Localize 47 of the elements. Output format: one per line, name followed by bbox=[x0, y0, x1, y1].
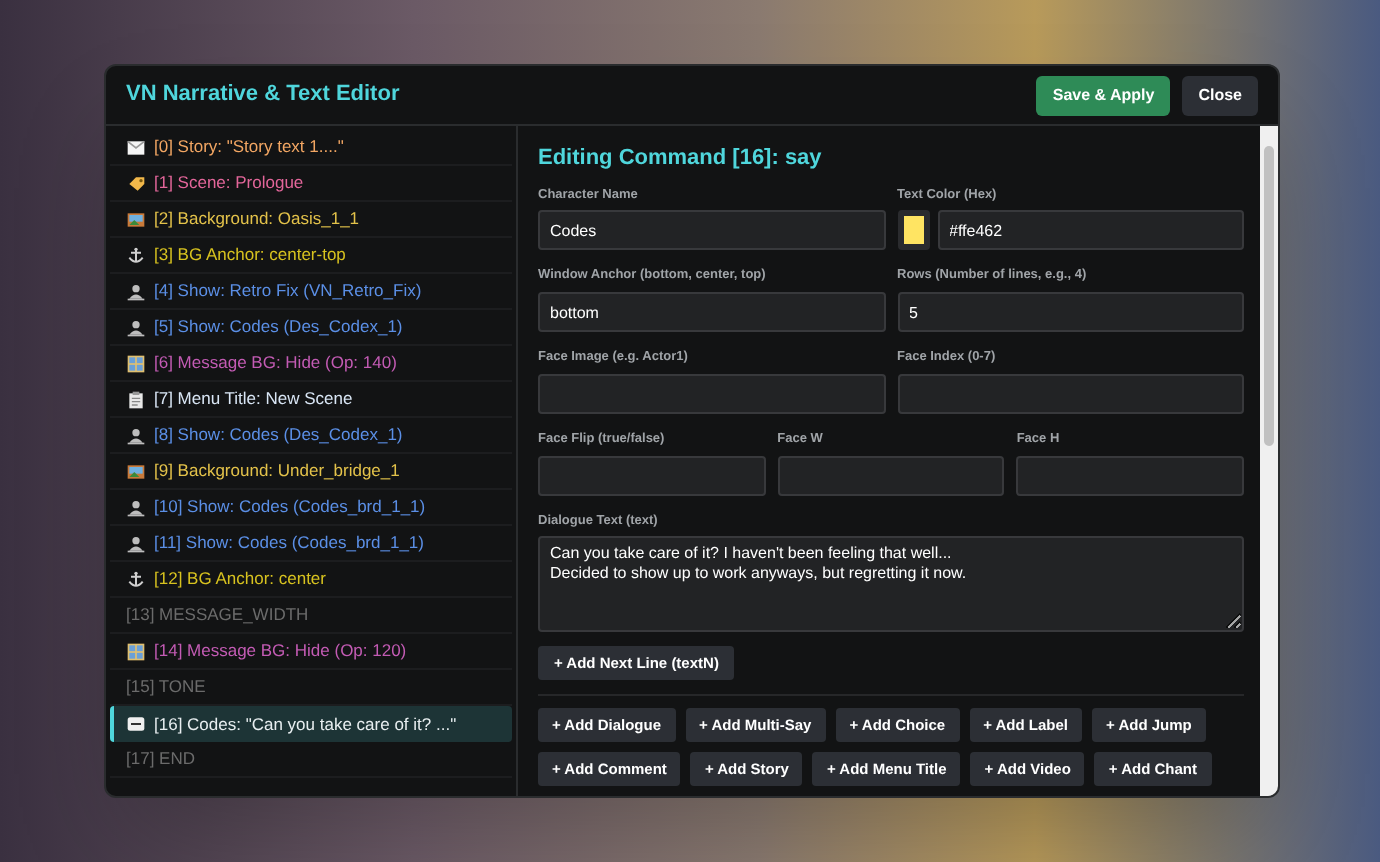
picture-icon bbox=[126, 209, 146, 229]
save-apply-button[interactable]: Save & Apply bbox=[1036, 75, 1171, 115]
command-list-item[interactable]: [11] Show: Codes (Codes_brd_1_1) bbox=[110, 526, 512, 562]
command-list-item[interactable]: [14] Message BG: Hide (Op: 120) bbox=[110, 634, 512, 670]
picture-icon bbox=[126, 461, 146, 481]
window-grid-icon bbox=[126, 641, 146, 661]
command-list-item[interactable]: [13] MESSAGE_WIDTH bbox=[110, 598, 512, 634]
clipboard-icon bbox=[126, 389, 146, 409]
input-field[interactable] bbox=[1016, 455, 1244, 495]
command-list-item[interactable]: [9] Background: Under_bridge_1 bbox=[110, 454, 512, 490]
anchor-icon bbox=[126, 569, 146, 589]
input-field[interactable] bbox=[777, 455, 1005, 495]
dialogue-text-area[interactable]: Can you take care of it? I haven't been feeling that well... Decided to show up to work anyways, but regretting it now. bbox=[538, 536, 1244, 633]
color-swatch[interactable] bbox=[897, 210, 929, 251]
command-list-item[interactable]: [4] Show: Retro Fix (VN_Retro_Fix) bbox=[110, 274, 512, 310]
input-field[interactable]: #ffe462 bbox=[937, 210, 1244, 251]
envelope-icon bbox=[126, 137, 146, 157]
command-list-item[interactable]: [7] Menu Title: New Scene bbox=[110, 382, 512, 418]
dialog-title: VN Narrative & Text Editor bbox=[126, 80, 400, 111]
command-list-item[interactable]: [0] Story: "Story text 1...." bbox=[110, 130, 512, 166]
command-list-item[interactable]: [6] Message BG: Hide (Op: 140) bbox=[110, 346, 512, 382]
speech-bubble-icon bbox=[126, 714, 146, 734]
command-list-item[interactable]: [3] BG Anchor: center-top bbox=[110, 238, 512, 274]
input-field[interactable] bbox=[897, 373, 1244, 414]
command-list-item[interactable]: [8] Show: Codes (Des_Codex_1) bbox=[110, 418, 512, 454]
input-field[interactable]: bottom bbox=[538, 292, 885, 332]
editor-heading: Editing Command [16]: say bbox=[538, 144, 824, 174]
scrollbar[interactable] bbox=[1260, 126, 1278, 796]
command-list-item[interactable]: [12] BG Anchor: center bbox=[110, 562, 512, 598]
command-list-item[interactable]: [5] Show: Codes (Des_Codex_1) bbox=[110, 310, 512, 346]
input-field[interactable] bbox=[538, 455, 766, 495]
input-field[interactable]: 5 bbox=[897, 292, 1244, 332]
command-list-item[interactable]: [16] Codes: "Can you take care of it? ..." bbox=[110, 706, 512, 742]
anchor-icon bbox=[126, 245, 146, 265]
close-button[interactable]: Close bbox=[1182, 75, 1258, 115]
command-list-item[interactable]: [10] Show: Codes (Codes_brd_1_1) bbox=[110, 490, 512, 526]
tag-icon bbox=[126, 173, 146, 193]
person-icon bbox=[126, 533, 146, 553]
person-icon bbox=[126, 425, 146, 445]
person-icon bbox=[126, 317, 146, 337]
command-list-item[interactable]: [2] Background: Oasis_1_1 bbox=[110, 202, 512, 238]
person-icon bbox=[126, 281, 146, 301]
command-list-item[interactable]: [1] Scene: Prologue bbox=[110, 166, 512, 202]
input-field[interactable] bbox=[538, 373, 885, 414]
person-icon bbox=[126, 497, 146, 517]
window-grid-icon bbox=[126, 353, 146, 373]
input-field[interactable]: Codes bbox=[538, 210, 885, 251]
